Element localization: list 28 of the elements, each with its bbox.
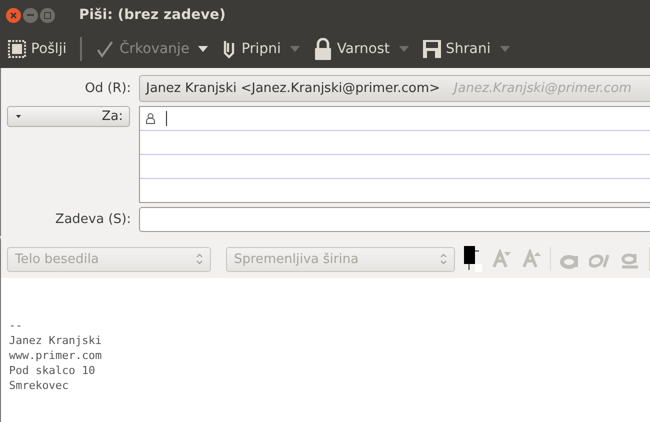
toolbar-button[interactable]: Pošlji bbox=[8, 40, 66, 58]
checkmark-icon bbox=[96, 40, 114, 58]
spinner-icon bbox=[440, 253, 447, 265]
recipient-list[interactable] bbox=[139, 106, 650, 203]
padlock-icon bbox=[314, 38, 332, 60]
signature-line: Smrekovec bbox=[9, 378, 70, 393]
paperclip-icon bbox=[222, 39, 236, 59]
toolbar-button[interactable]: Pripni bbox=[222, 39, 300, 59]
spinner-icon bbox=[196, 253, 203, 265]
maximize-button[interactable] bbox=[40, 8, 55, 22]
field-label: Od (R): bbox=[84, 81, 132, 96]
signature-line: www.primer.com bbox=[9, 348, 103, 363]
close-button[interactable] bbox=[6, 8, 21, 22]
close-icon bbox=[10, 12, 17, 18]
window-title: Piši: (brez zadeve) bbox=[79, 7, 226, 23]
stamp-icon bbox=[8, 40, 26, 58]
signature-line: Janez Kranjski bbox=[9, 333, 103, 348]
minimize-button[interactable] bbox=[23, 8, 38, 22]
recipient-type-dropdown[interactable]: Za: bbox=[7, 106, 130, 127]
toolbar-button[interactable]: Shrani bbox=[422, 40, 510, 58]
signature-line: -- bbox=[9, 318, 24, 333]
caret-icon bbox=[16, 115, 21, 118]
signature-line: Pod skalco 10 bbox=[9, 363, 96, 378]
field-label: Zadeva (S): bbox=[54, 212, 132, 227]
subject-field[interactable] bbox=[139, 207, 650, 232]
sender-dropdown[interactable]: Janez Kranjski <Janez.Kranjski@primer.com> Janez.Kranjski@primer.com bbox=[139, 75, 650, 102]
person-icon bbox=[146, 113, 155, 124]
toolbar-button[interactable]: Varnost bbox=[314, 38, 409, 60]
